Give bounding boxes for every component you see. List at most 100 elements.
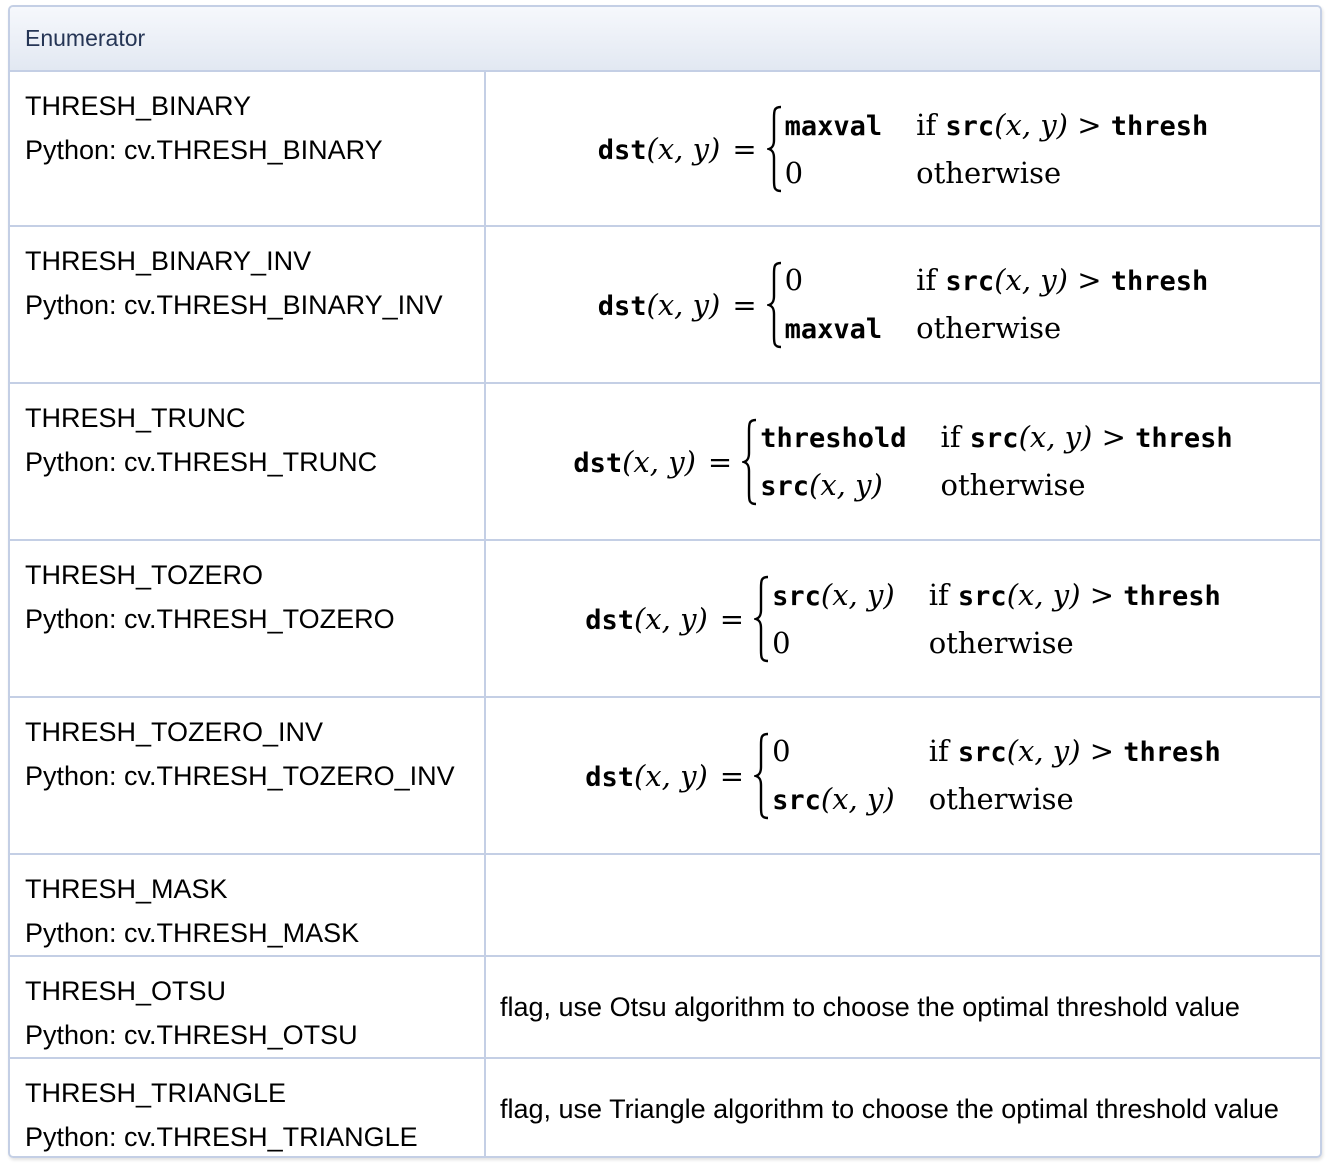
formula-cases: src(x, y) if src(x, y) > thresh 0 otherwise [772, 575, 1221, 663]
table-row: THRESH_BINARY Python: cv.THRESH_BINARY dst… [10, 71, 1320, 227]
threshold-formula: dst(x, y) = 0 if src(x, y) > thresh maxval ot… [486, 260, 1320, 350]
case-cond-fn: src [957, 580, 1007, 612]
formula-cell: dst(x, y) = threshold if src(x, y) > thresh… [485, 383, 1320, 541]
enum-name-cell: THRESH_TOZERO Python: cv.THRESH_TOZERO [10, 540, 486, 698]
case-cond-fn: src [969, 422, 1019, 454]
case-cond-op: > [1101, 419, 1126, 454]
left-brace-icon [742, 417, 758, 507]
enum-name-cell: THRESH_TRIANGLE Python: cv.THRESH_TRIANGL… [10, 1058, 486, 1156]
table-row: THRESH_OTSU Python: cv.THRESH_OTSU flag, u… [10, 956, 1320, 1059]
case-value-text: threshold [760, 422, 907, 454]
case-value-text: 0 [772, 625, 791, 660]
threshold-formula: dst(x, y) = threshold if src(x, y) > thresh… [486, 417, 1320, 507]
enum-name-cell: THRESH_OTSU Python: cv.THRESH_OTSU [10, 956, 486, 1059]
description-cell: flag, use Triangle algorithm to choose t… [500, 1093, 1279, 1124]
table-row: THRESH_MASK Python: cv.THRESH_MASK [10, 854, 1320, 957]
case-condition: otherwise [916, 153, 1208, 193]
python-name: Python: cv.THRESH_TOZERO_INV [25, 761, 455, 791]
formula-lhs: dst(x, y) [598, 288, 721, 322]
case-cond-args: (x, y) [1018, 419, 1093, 454]
formula-dst: dst [585, 604, 634, 636]
formula-dst: dst [585, 761, 634, 793]
case-cond-word: otherwise [928, 625, 1074, 660]
formula-lhs: dst(x, y) [585, 602, 708, 636]
python-name: Python: cv.THRESH_TRUNC [25, 447, 378, 477]
enum-name: THRESH_TOZERO [25, 560, 264, 590]
table-body: THRESH_BINARY Python: cv.THRESH_BINARY dst… [10, 71, 1320, 1156]
formula-cell: dst(x, y) = 0 if src(x, y) > thresh src(x, y… [485, 697, 1320, 855]
formula-lhs: dst(x, y) [585, 759, 708, 793]
case-cond-op: > [1077, 262, 1102, 297]
case-condition: if src(x, y) > thresh [916, 105, 1208, 147]
left-brace-icon [754, 574, 770, 664]
case-value-text: 0 [784, 262, 804, 297]
enum-name-cell: THRESH_TOZERO_INV Python: cv.THRESH_TOZER… [10, 697, 486, 855]
case-cond-thresh: thresh [1135, 422, 1233, 454]
case-condition: if src(x, y) > thresh [929, 731, 1221, 773]
enum-name: THRESH_OTSU [25, 976, 227, 1006]
enumerator-table: Enumerator THRESH_BINARY Python: cv.THRES… [8, 5, 1322, 1158]
case-cond-word: if [928, 577, 949, 612]
case-cond-op: > [1089, 577, 1115, 612]
case-cond-word: otherwise [940, 467, 1086, 502]
case-condition: if src(x, y) > thresh [929, 575, 1221, 617]
left-brace-icon [754, 731, 770, 821]
case-condition: otherwise [916, 308, 1208, 350]
python-name: Python: cv.THRESH_TRIANGLE [25, 1122, 418, 1152]
formula-lhs: dst(x, y) [573, 445, 696, 479]
formula-dst: dst [597, 290, 647, 322]
case-cond-word: if [940, 419, 961, 454]
case-condition: otherwise [929, 779, 1221, 821]
case-cond-thresh: thresh [1110, 110, 1209, 142]
case-value-text: maxval [784, 110, 883, 142]
formula-cases: threshold if src(x, y) > thresh src(x, y) o… [760, 417, 1232, 507]
case-cond-word: if [916, 107, 937, 142]
case-cond-thresh: thresh [1123, 736, 1221, 768]
case-cond-args: (x, y) [994, 262, 1068, 297]
threshold-formula: dst(x, y) = 0 if src(x, y) > thresh src(x, y… [486, 731, 1320, 821]
case-cond-thresh: thresh [1110, 265, 1209, 297]
case-cond-word: otherwise [916, 310, 1062, 345]
enum-name-cell: THRESH_MASK Python: cv.THRESH_MASK [10, 854, 486, 957]
case-value-args: (x, y) [820, 577, 895, 612]
case-cond-thresh: thresh [1123, 580, 1221, 612]
case-value-text: src [772, 580, 821, 612]
equals-sign: = [719, 758, 745, 793]
enum-name: THRESH_TRUNC [25, 403, 246, 433]
equals-sign: = [719, 601, 745, 636]
enum-name: THRESH_TRIANGLE [25, 1078, 287, 1108]
formula-lhs: dst(x, y) [598, 132, 721, 166]
enum-table: Enumerator THRESH_BINARY Python: cv.THRES… [10, 7, 1320, 1156]
table-row: THRESH_TOZERO_INV Python: cv.THRESH_TOZER… [10, 697, 1320, 855]
case-value-text: src [772, 784, 821, 816]
enum-name-cell: THRESH_BINARY_INV Python: cv.THRESH_BINAR… [10, 226, 486, 384]
formula-cell: dst(x, y) = src(x, y) if src(x, y) > thresh… [485, 540, 1320, 698]
formula-args: (x, y) [633, 758, 708, 793]
table-row: THRESH_TOZERO Python: cv.THRESH_TOZERO dst… [10, 540, 1320, 698]
equals-sign: = [707, 444, 733, 479]
description-cell [485, 854, 1320, 957]
formula-cell: dst(x, y) = maxval if src(x, y) > thresh 0 ot… [485, 71, 1320, 227]
case-cond-word: if [916, 262, 937, 297]
python-name: Python: cv.THRESH_MASK [25, 918, 360, 948]
table-header-enumerator: Enumerator [10, 7, 1320, 72]
table-row: THRESH_TRUNC Python: cv.THRESH_TRUNC dst(x… [10, 383, 1320, 541]
threshold-formula: dst(x, y) = src(x, y) if src(x, y) > thresh… [486, 574, 1320, 664]
case-cond-word: otherwise [928, 781, 1074, 816]
case-value: 0 [772, 731, 895, 773]
case-condition: if src(x, y) > thresh [941, 417, 1233, 459]
case-value: 0 [785, 153, 883, 193]
case-cond-args: (x, y) [1006, 577, 1081, 612]
case-value: threshold [760, 417, 906, 459]
case-value-text: 0 [784, 155, 804, 190]
formula-args: (x, y) [646, 287, 721, 322]
case-value: src(x, y) [772, 575, 895, 617]
description-cell: flag, use Otsu algorithm to choose the o… [485, 956, 1320, 1059]
formula-args: (x, y) [622, 444, 696, 479]
formula-dst: dst [573, 447, 623, 479]
case-cond-fn: src [957, 736, 1007, 768]
enum-name-cell: THRESH_BINARY Python: cv.THRESH_BINARY [10, 71, 486, 227]
case-value: maxval [785, 105, 883, 147]
case-value-args: (x, y) [809, 467, 883, 502]
table-row: THRESH_TRIANGLE Python: cv.THRESH_TRIANGL… [10, 1058, 1320, 1156]
